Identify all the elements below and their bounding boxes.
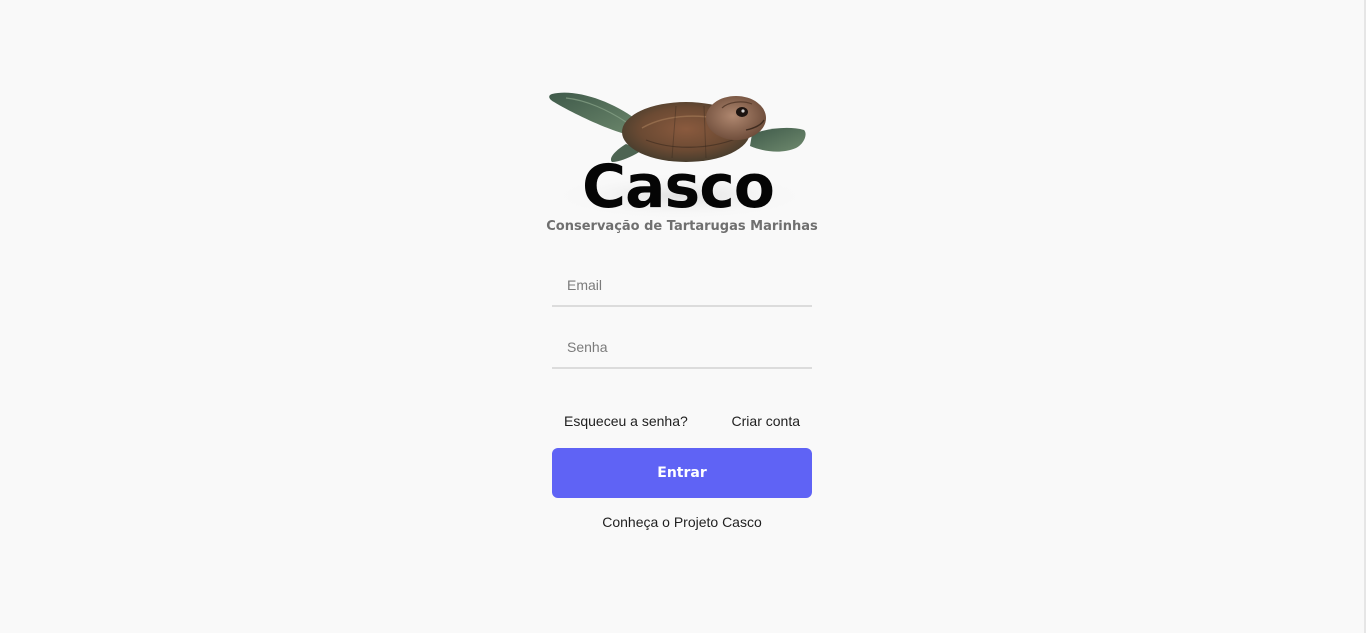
account-links: Esqueceu a senha? Criar conta — [552, 411, 812, 431]
email-input[interactable] — [552, 265, 812, 305]
brand-name: Casco — [581, 152, 775, 222]
create-account-link[interactable]: Criar conta — [732, 411, 800, 431]
login-button[interactable]: Entrar — [552, 448, 812, 498]
password-input[interactable] — [552, 327, 812, 367]
email-field — [552, 265, 812, 307]
forgot-password-link[interactable]: Esqueceu a senha? — [564, 411, 688, 431]
login-page: Casco Conservação de Tartarugas Marinhas… — [0, 0, 1366, 633]
brand-logo: Casco Conservação de Tartarugas Marinhas — [546, 84, 818, 236]
password-field — [552, 327, 812, 369]
project-info-link[interactable]: Conheça o Projeto Casco — [552, 512, 812, 532]
brand-tagline: Conservação de Tartarugas Marinhas — [546, 219, 818, 234]
